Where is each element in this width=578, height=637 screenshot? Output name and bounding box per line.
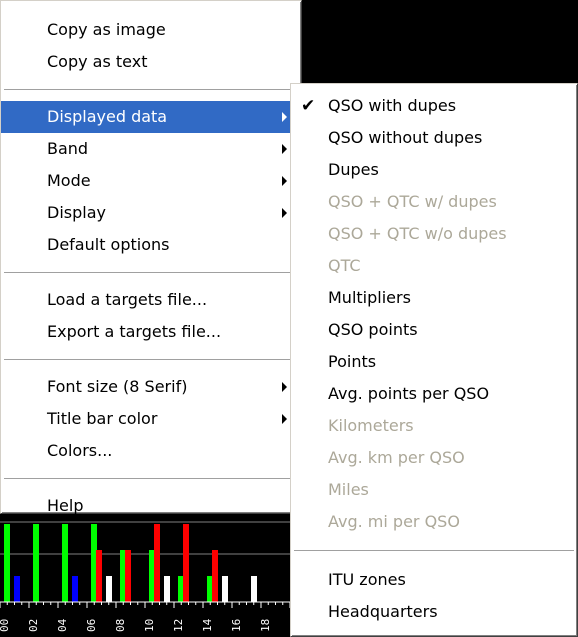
menu-separator [4,359,298,361]
menu-item-title-bar-color[interactable]: Title bar color [1,403,301,435]
menu-item-copy-image[interactable]: Copy as image [1,14,301,46]
submenu-arrow-icon [282,176,287,186]
submenu-arrow-icon [282,112,287,122]
chart-bar [183,524,189,602]
submenu-item-itu-zones[interactable]: ITU zones [291,564,577,596]
displayed-data-submenu: ✔ QSO with dupes QSO without dupes Dupes … [290,83,578,637]
menu-item-display[interactable]: Display [1,197,301,229]
submenu-item-qso-with-dupes[interactable]: ✔ QSO with dupes [291,90,577,122]
chart-bar [96,550,102,602]
chart-bar [62,524,68,602]
submenu-item-avg-mi: Avg. mi per QSO [328,512,460,531]
submenu-arrow-icon [282,414,287,424]
menu-separator [4,478,298,480]
chart-tick-label: 02 [27,619,40,632]
menu-item-export-targets[interactable]: Export a targets file... [1,316,301,348]
chart-tick-label: 00 [0,619,11,632]
chart-tick-label: 04 [56,618,69,632]
menu-item-band[interactable]: Band [1,133,301,165]
chart-tick-label: 14 [201,618,214,632]
submenu-arrow-icon [282,208,287,218]
submenu-item-qso-qtc-without-dupes: QSO + QTC w/o dupes [328,224,507,243]
submenu-item-qso-points[interactable]: QSO points [291,314,577,346]
submenu-item-kilometers: Kilometers [328,416,414,435]
menu-item-font-size[interactable]: Font size (8 Serif) [1,371,301,403]
submenu-item-qtc: QTC [328,256,361,275]
chart-tick-label: 08 [114,619,127,632]
chart-bar [14,576,20,602]
context-menu: Copy as image Copy as text Displayed dat… [0,0,302,515]
chart-bar [33,524,39,602]
menu-item-displayed-data[interactable]: Displayed data [1,101,301,133]
chart-tick-label: 12 [172,619,185,632]
chart-bar [4,524,10,602]
menu-separator [294,550,574,552]
menu-separator [4,272,298,274]
menu-separator [4,89,298,91]
chart-bar [212,550,218,602]
chart-tick-label: 16 [230,619,243,632]
chart-tick-label: 10 [143,619,156,632]
submenu-item-dupes[interactable]: Dupes [291,154,577,186]
checkmark-icon: ✔ [301,96,316,116]
chart-bar [72,576,78,602]
submenu-item-multipliers[interactable]: Multipliers [291,282,577,314]
chart-bar [154,524,160,602]
submenu-item-miles: Miles [328,480,369,499]
chart-bar [125,550,131,602]
chart-bar [164,576,170,602]
submenu-item-avg-points[interactable]: Avg. points per QSO [291,378,577,410]
submenu-item-points[interactable]: Points [291,346,577,378]
menu-item-default-options[interactable]: Default options [1,229,301,261]
chart-bar [222,576,228,602]
chart-tick-label: 06 [85,619,98,632]
chart-bar [106,576,112,602]
menu-item-load-targets[interactable]: Load a targets file... [1,284,301,316]
submenu-item-qso-qtc-with-dupes: QSO + QTC w/ dupes [328,192,497,211]
chart-tick-label: 18 [259,619,272,632]
menu-item-mode[interactable]: Mode [1,165,301,197]
menu-item-copy-text[interactable]: Copy as text [1,46,301,78]
chart-canvas: 00 02 04 06 08 10 12 14 16 18 [0,521,290,632]
submenu-arrow-icon [282,144,287,154]
submenu-item-headquarters[interactable]: Headquarters [291,596,577,628]
chart-bar [251,576,257,602]
submenu-item-qso-without-dupes[interactable]: QSO without dupes [291,122,577,154]
menu-item-colors[interactable]: Colors... [1,435,301,467]
submenu-item-avg-km: Avg. km per QSO [328,448,465,467]
band-activity-chart: 00 02 04 06 08 10 12 14 16 18 [0,514,290,637]
submenu-arrow-icon [282,382,287,392]
